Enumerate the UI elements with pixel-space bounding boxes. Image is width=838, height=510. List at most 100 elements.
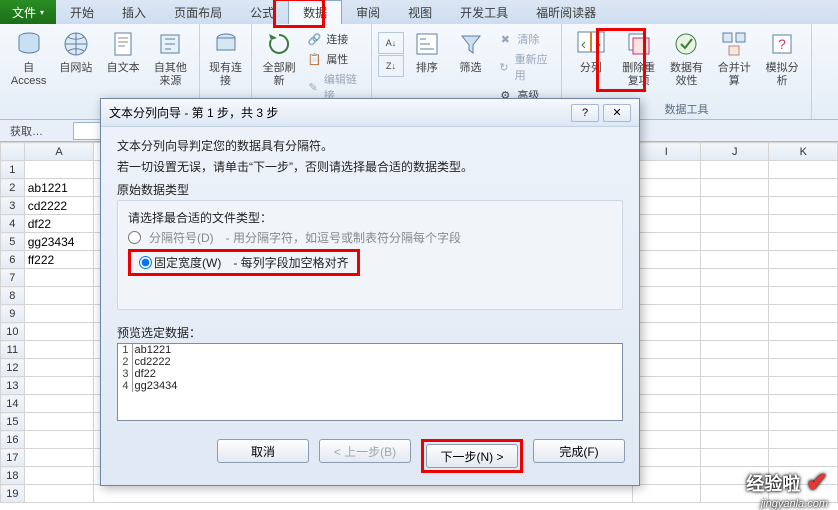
btn-data-valid[interactable]: 数据有效性 xyxy=(664,26,710,90)
btn-whatif[interactable]: ?模拟分析 xyxy=(759,26,805,90)
btn-connections[interactable]: 🔗连接 xyxy=(302,30,365,48)
dialog-titlebar[interactable]: 文本分列向导 - 第 1 步，共 3 步 ? ✕ xyxy=(101,99,639,127)
row-header[interactable]: 19 xyxy=(1,485,25,503)
tab-foxit[interactable]: 福昕阅读器 xyxy=(522,0,610,24)
row-header[interactable]: 13 xyxy=(1,377,25,395)
row-header[interactable]: 7 xyxy=(1,269,25,287)
connection-icon xyxy=(210,28,242,60)
split-columns-icon xyxy=(575,28,607,60)
cancel-button[interactable]: 取消 xyxy=(217,439,309,463)
consolidate-icon xyxy=(718,28,750,60)
btn-reapply[interactable]: ↻重新应用 xyxy=(493,50,555,84)
choose-type-label: 请选择最合适的文件类型： xyxy=(128,209,612,226)
preview-box[interactable]: 1ab1221 2cd2222 3df22 4gg23434 xyxy=(117,343,623,421)
btn-sort[interactable]: 排序 xyxy=(406,26,448,77)
row-header[interactable]: 12 xyxy=(1,359,25,377)
cell[interactable]: cd2222 xyxy=(24,197,94,215)
btn-sort-az[interactable]: A↓ xyxy=(378,32,404,54)
check-icon: ✔ xyxy=(806,467,828,498)
btn-filter[interactable]: 筛选 xyxy=(450,26,492,77)
row-header[interactable]: 17 xyxy=(1,449,25,467)
cell[interactable]: ab1221 xyxy=(24,179,94,197)
origin-type-label: 原始数据类型 xyxy=(117,181,623,198)
highlight-fixed-width: 固定宽度(W) - 每列字段加空格对齐 xyxy=(128,249,360,276)
dialog-close-button[interactable]: ✕ xyxy=(603,104,631,122)
btn-from-access[interactable]: 自 Access xyxy=(6,26,51,90)
edit-link-icon: ✎ xyxy=(306,79,320,95)
col-header-K[interactable]: K xyxy=(769,143,838,161)
btn-remove-dup[interactable]: 删除重复项 xyxy=(616,26,662,90)
ribbon-tabs: 文件 开始 插入 页面布局 公式 数据 审阅 视图 开发工具 福昕阅读器 xyxy=(0,0,838,24)
tab-start[interactable]: 开始 xyxy=(56,0,108,24)
properties-icon: 📋 xyxy=(306,51,322,67)
tab-insert[interactable]: 插入 xyxy=(108,0,160,24)
watermark: 经验啦 ✔ jingyanla.com xyxy=(746,467,828,498)
clear-icon: ✖ xyxy=(497,31,513,47)
row-header[interactable]: 3 xyxy=(1,197,25,215)
row-header[interactable]: 15 xyxy=(1,413,25,431)
sort-icon xyxy=(411,28,443,60)
row-header[interactable]: 10 xyxy=(1,323,25,341)
row-header[interactable]: 6 xyxy=(1,251,25,269)
remove-dup-icon xyxy=(623,28,655,60)
get-external-label: 获取… xyxy=(0,123,53,139)
btn-existing-conn[interactable]: 现有连接 xyxy=(206,26,245,90)
row-header[interactable]: 18 xyxy=(1,467,25,485)
next-button[interactable]: 下一步(N) > xyxy=(426,444,518,468)
cell[interactable]: ff222 xyxy=(24,251,94,269)
btn-consolidate[interactable]: 合并计算 xyxy=(711,26,757,90)
radio-fixed-label: 固定宽度(W) - 每列字段加空格对齐 xyxy=(154,254,349,271)
row-header[interactable]: 11 xyxy=(1,341,25,359)
svg-text:?: ? xyxy=(778,36,786,52)
radio-delimited[interactable] xyxy=(128,231,141,244)
col-header-A[interactable]: A xyxy=(24,143,94,161)
radio-delimited-row[interactable]: 分隔符号(D) - 用分隔字符，如逗号或制表符分隔每个字段 xyxy=(128,229,612,246)
tab-formula[interactable]: 公式 xyxy=(236,0,288,24)
btn-from-other[interactable]: 自其他来源 xyxy=(148,26,193,90)
radio-delimited-label: 分隔符号(D) - 用分隔字符，如逗号或制表符分隔每个字段 xyxy=(149,229,461,246)
row-header[interactable]: 9 xyxy=(1,305,25,323)
globe-icon xyxy=(60,28,92,60)
cell[interactable] xyxy=(24,161,94,179)
tab-layout[interactable]: 页面布局 xyxy=(160,0,236,24)
tab-review[interactable]: 审阅 xyxy=(342,0,394,24)
finish-button[interactable]: 完成(F) xyxy=(533,439,625,463)
btn-sort-za[interactable]: Z↓ xyxy=(378,55,404,77)
highlight-next: 下一步(N) > xyxy=(421,439,523,473)
refresh-icon xyxy=(263,28,295,60)
btn-from-text[interactable]: 自文本 xyxy=(101,26,146,77)
btn-from-web[interactable]: 自网站 xyxy=(53,26,98,77)
btn-properties[interactable]: 📋属性 xyxy=(302,50,365,68)
watermark-sub: jingyanla.com xyxy=(761,498,828,510)
preview-row: gg23434 xyxy=(132,380,622,392)
btn-refresh-all[interactable]: 全部刷新 xyxy=(258,26,300,90)
dialog-intro-2: 若一切设置无误，请单击“下一步”，否则请选择最合适的数据类型。 xyxy=(117,158,623,175)
btn-text-to-columns[interactable]: 分列 xyxy=(568,26,614,77)
cell[interactable]: gg23434 xyxy=(24,233,94,251)
row-header[interactable]: 5 xyxy=(1,233,25,251)
preview-row: ab1221 xyxy=(132,344,622,356)
row-header[interactable]: 4 xyxy=(1,215,25,233)
text-to-columns-wizard-dialog: 文本分列向导 - 第 1 步，共 3 步 ? ✕ 文本分列向导判定您的数据具有分… xyxy=(100,98,640,486)
row-header[interactable]: 8 xyxy=(1,287,25,305)
tab-file[interactable]: 文件 xyxy=(0,0,56,24)
btn-clear[interactable]: ✖清除 xyxy=(493,30,555,48)
dialog-help-button[interactable]: ? xyxy=(571,104,599,122)
col-header-I[interactable]: I xyxy=(632,143,700,161)
preview-label: 预览选定数据： xyxy=(117,324,623,341)
tab-data[interactable]: 数据 xyxy=(288,0,342,24)
tab-dev[interactable]: 开发工具 xyxy=(446,0,522,24)
col-header-J[interactable]: J xyxy=(701,143,769,161)
row-header[interactable]: 16 xyxy=(1,431,25,449)
select-all-corner[interactable] xyxy=(1,143,25,161)
radio-fixed-width[interactable] xyxy=(139,256,152,269)
row-header[interactable]: 14 xyxy=(1,395,25,413)
reapply-icon: ↻ xyxy=(497,59,510,75)
row-header[interactable]: 1 xyxy=(1,161,25,179)
dialog-intro-1: 文本分列向导判定您的数据具有分隔符。 xyxy=(117,137,623,154)
back-button[interactable]: < 上一步(B) xyxy=(319,439,411,463)
tab-view[interactable]: 视图 xyxy=(394,0,446,24)
other-source-icon xyxy=(154,28,186,60)
row-header[interactable]: 2 xyxy=(1,179,25,197)
cell[interactable]: df22 xyxy=(24,215,94,233)
